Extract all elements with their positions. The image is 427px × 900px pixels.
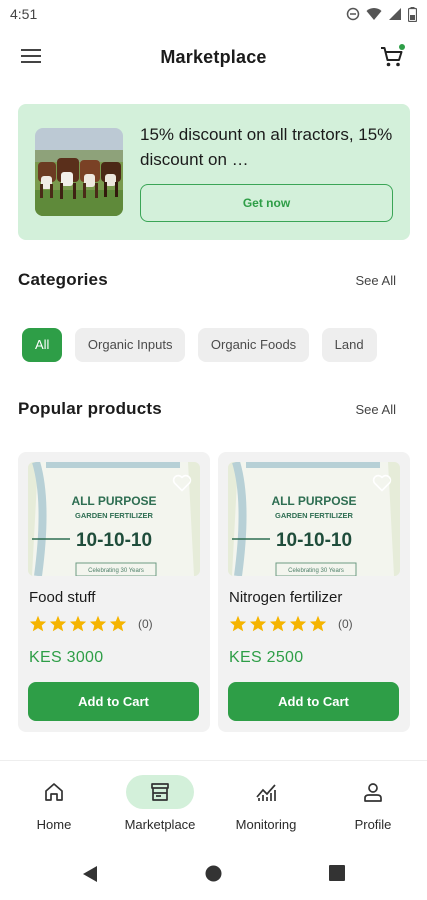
- bag-grade: 10-10-10: [76, 530, 152, 551]
- promo-banner[interactable]: 15% discount on all tractors, 15% discou…: [18, 104, 410, 240]
- product-card[interactable]: ALL PURPOSE GARDEN FERTILIZER 10-10-10 C…: [218, 452, 410, 732]
- product-rating: (0): [229, 615, 353, 632]
- chip-organic-inputs[interactable]: Organic Inputs: [74, 328, 186, 362]
- system-nav-bar: [0, 846, 427, 900]
- cart-badge: [399, 44, 405, 50]
- status-icons: [346, 6, 417, 22]
- home-button-icon[interactable]: [205, 865, 222, 882]
- person-icon: [364, 783, 382, 802]
- add-to-cart-button[interactable]: Add to Cart: [228, 682, 399, 721]
- back-icon[interactable]: [82, 865, 98, 883]
- nav-item-monitoring[interactable]: Monitoring: [216, 775, 316, 841]
- star-icon: [309, 615, 327, 632]
- wifi-icon: [366, 8, 382, 20]
- chart-icon: [256, 784, 276, 801]
- categories-title: Categories: [18, 270, 108, 289]
- add-to-cart-button[interactable]: Add to Cart: [28, 682, 199, 721]
- page-title: Marketplace: [160, 46, 267, 67]
- star-icon: [229, 615, 247, 632]
- popular-see-all-link[interactable]: See All: [356, 402, 396, 417]
- menu-icon[interactable]: [20, 46, 42, 66]
- nav-label-monitoring: Monitoring: [235, 817, 297, 832]
- product-card[interactable]: ALL PURPOSE GARDEN FERTILIZER 10-10-10 C…: [18, 452, 210, 732]
- popular-header: Popular products See All: [18, 399, 396, 419]
- chip-all[interactable]: All: [22, 328, 63, 362]
- product-price: KES 2500: [229, 649, 304, 666]
- get-now-button[interactable]: Get now: [140, 184, 393, 222]
- signal-icon: [389, 8, 401, 20]
- popular-title: Popular products: [18, 399, 162, 418]
- product-price: KES 3000: [29, 649, 104, 666]
- bag-line2: GARDEN FERTILIZER: [275, 511, 353, 520]
- category-chips: All Organic Inputs Organic Foods Land: [22, 328, 410, 364]
- product-rating: (0): [29, 615, 153, 632]
- star-icon: [249, 615, 267, 632]
- cart-button[interactable]: [379, 44, 405, 70]
- rating-count: (0): [338, 616, 353, 631]
- rating-count: (0): [138, 616, 153, 631]
- bag-grade: 10-10-10: [276, 530, 352, 551]
- bag-line1: ALL PURPOSE: [271, 494, 356, 508]
- star-icon: [269, 615, 287, 632]
- bag-sub: Celebrating 30 Years: [88, 568, 144, 574]
- categories-see-all-link[interactable]: See All: [356, 273, 396, 288]
- bottom-nav: Home Marketplace Monitoring Profile: [0, 760, 427, 846]
- star-icon: [69, 615, 87, 632]
- heart-icon[interactable]: [172, 474, 192, 492]
- star-icon: [109, 615, 127, 632]
- app-bar: Marketplace: [0, 36, 427, 78]
- nav-item-marketplace[interactable]: Marketplace: [110, 775, 210, 841]
- promo-image-cattle: [35, 128, 123, 216]
- star-icon: [89, 615, 107, 632]
- categories-header: Categories See All: [18, 270, 396, 290]
- bag-line1: ALL PURPOSE: [71, 494, 156, 508]
- nav-label-home: Home: [36, 817, 72, 832]
- bag-sub: Celebrating 30 Years: [288, 568, 344, 574]
- home-icon: [45, 783, 63, 801]
- product-name: Nitrogen fertilizer: [229, 589, 343, 606]
- product-list: ALL PURPOSE GARDEN FERTILIZER 10-10-10 C…: [18, 452, 410, 732]
- star-icon: [289, 615, 307, 632]
- nav-label-profile: Profile: [354, 817, 392, 832]
- battery-icon: [408, 6, 417, 22]
- do-not-disturb-icon: [346, 7, 360, 21]
- heart-icon[interactable]: [372, 474, 392, 492]
- status-bar: 4:51: [0, 0, 427, 28]
- promo-text: 15% discount on all tractors, 15% discou…: [140, 125, 393, 169]
- star-icon: [49, 615, 67, 632]
- nav-item-home[interactable]: Home: [4, 775, 104, 841]
- bag-line2: GARDEN FERTILIZER: [75, 511, 153, 520]
- chip-organic-foods[interactable]: Organic Foods: [197, 328, 310, 362]
- store-icon: [151, 783, 169, 801]
- recents-icon[interactable]: [329, 865, 345, 881]
- star-icon: [29, 615, 47, 632]
- nav-label-marketplace: Marketplace: [124, 817, 196, 832]
- chip-land[interactable]: Land: [321, 328, 377, 362]
- nav-item-profile[interactable]: Profile: [323, 775, 423, 841]
- status-time: 4:51: [10, 6, 38, 22]
- product-name: Food stuff: [29, 589, 96, 606]
